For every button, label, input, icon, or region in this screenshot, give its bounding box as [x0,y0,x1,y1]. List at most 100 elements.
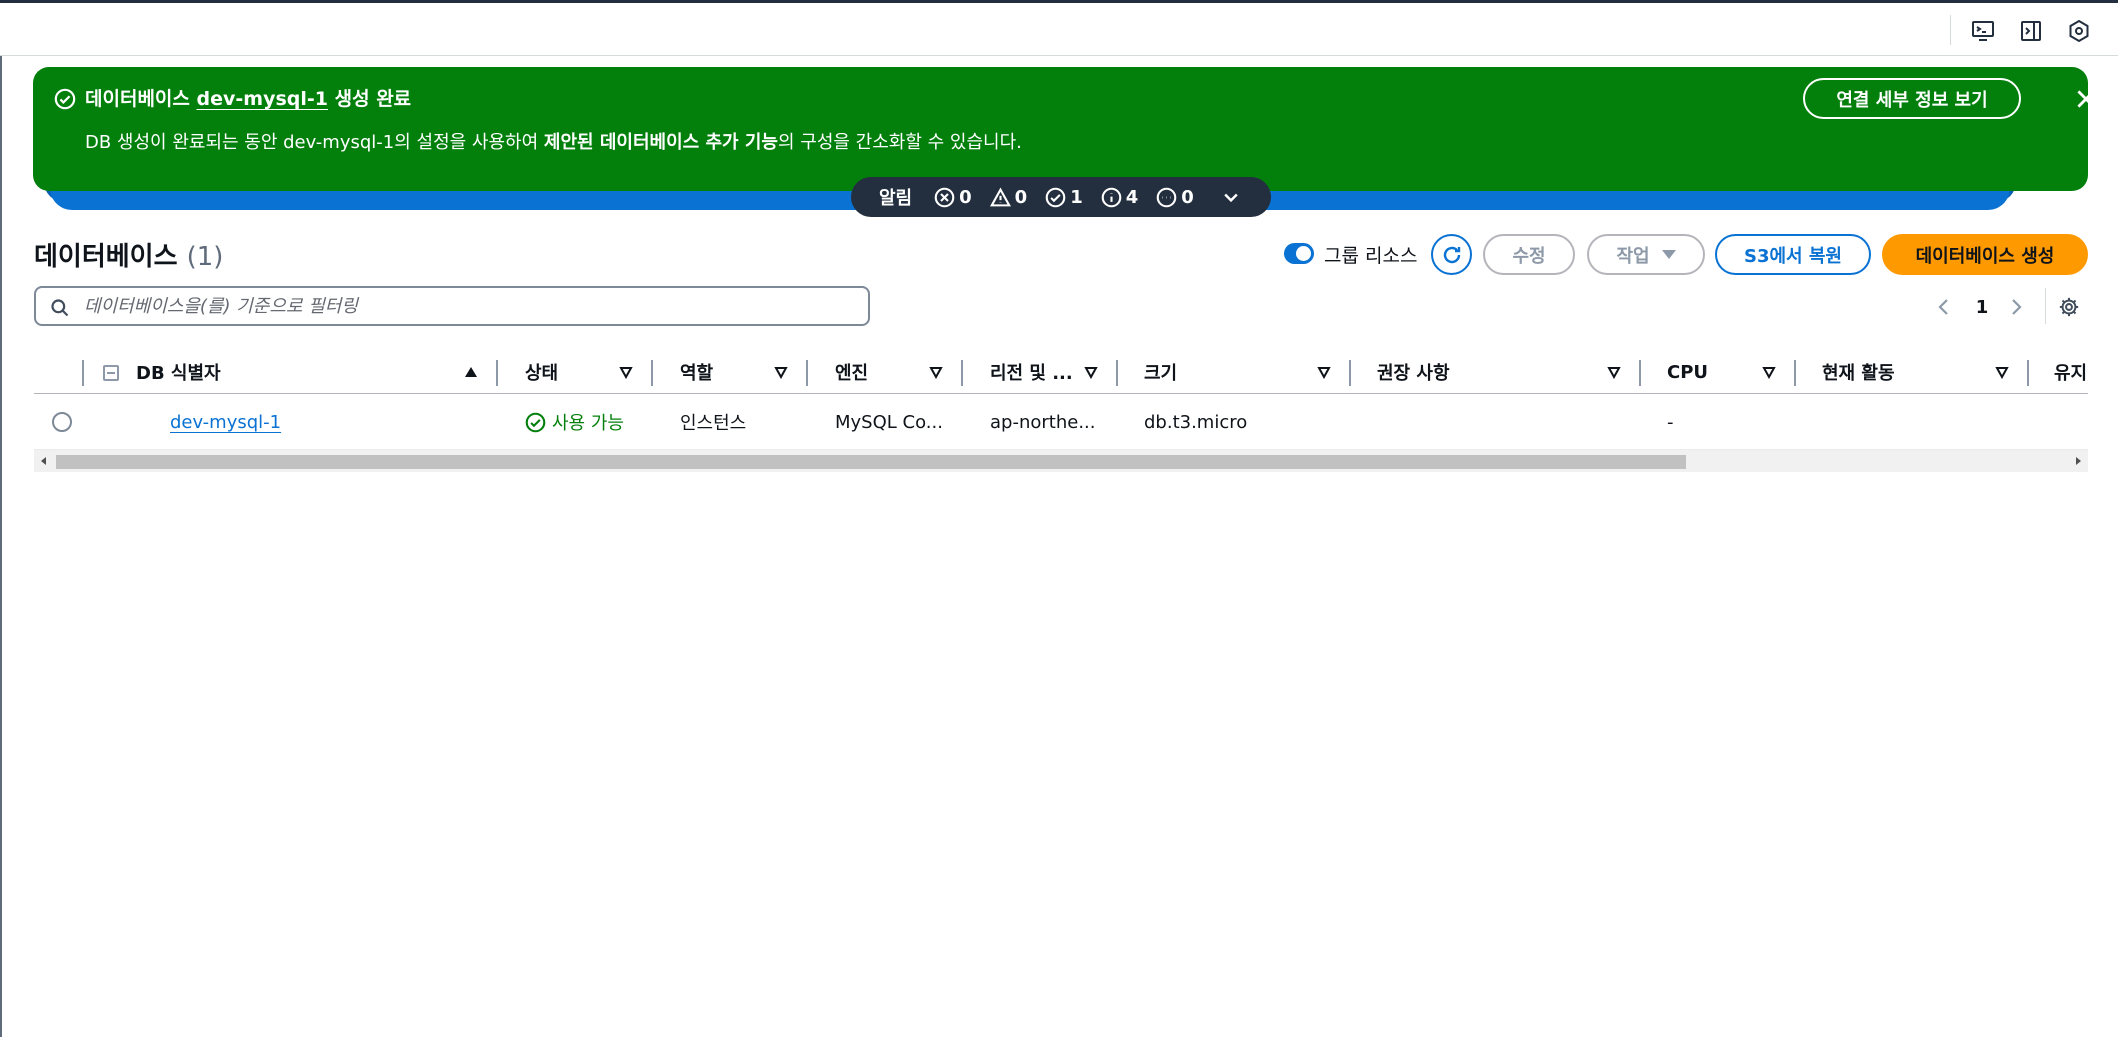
group-resources-toggle[interactable] [1284,243,1314,264]
column-header-current-activity[interactable]: 현재 활동 [1822,350,1895,394]
refresh-icon [1443,246,1460,263]
chevron-right-icon [2012,299,2022,315]
column-header-label: 현재 활동 [1822,363,1895,384]
flash-title-suffix: 생성 완료 [334,88,412,110]
role-cell: 인스턴스 [680,413,747,434]
in-progress-icon [1156,187,1177,207]
column-header-status[interactable]: 상태 [525,350,558,394]
settings-hex-icon[interactable] [2066,18,2092,44]
status-badge: 사용 가능 [525,409,624,435]
modify-button-label: 수정 [1512,245,1546,267]
restore-label: S3에서 복원 [1744,245,1842,267]
db-identifier-link[interactable]: dev-mysql-1 [170,412,281,433]
refresh-button[interactable] [1431,234,1472,275]
column-separator [1794,360,1796,386]
success-icon [1045,187,1066,207]
chevron-down-icon[interactable] [1221,187,1241,207]
in-progress-count: 0 [1156,187,1194,208]
sort-icon[interactable] [619,365,633,379]
filter-search[interactable] [34,286,870,326]
sort-icon[interactable] [1317,365,1331,379]
view-connection-details-button[interactable]: 연결 세부 정보 보기 [1803,78,2021,119]
column-header-label: 크기 [1144,363,1178,384]
sort-ascending-icon[interactable] [464,365,478,379]
cpu-cell: - [1667,411,1674,433]
success-count-value: 1 [1070,186,1083,208]
restore-from-s3-button[interactable]: S3에서 복원 [1715,234,1871,275]
column-header-size[interactable]: 크기 [1144,350,1177,394]
gear-icon[interactable] [2058,296,2080,318]
pagination-next[interactable] [2008,292,2026,322]
column-header-recommendations[interactable]: 권장 사항 [1377,350,1450,394]
column-header-db-identifier[interactable]: DB 식별자 [136,350,221,394]
flash-desc-bold: 제안된 데이터베이스 추가 기능 [543,132,778,153]
column-separator [1349,360,1351,386]
column-header-role[interactable]: 역할 [680,350,713,394]
actions-dropdown[interactable]: 작업 [1587,234,1705,275]
column-header-maintenance[interactable]: 유지 [2054,350,2087,394]
flash-desc-text: DB 생성이 완료되는 동안 dev-mysql-1의 설정을 사용하여 [85,132,544,153]
column-header-region[interactable]: 리전 및 ... [990,350,1073,394]
pagination-divider [2045,288,2046,324]
size-cell: db.t3.micro [1144,411,1248,433]
column-header-label: DB 식별자 [136,363,221,384]
sort-icon[interactable] [1995,365,2009,379]
info-icon [1101,187,1122,207]
success-check-icon [54,88,76,110]
flash-resource-link[interactable]: dev-mysql-1 [197,88,328,110]
region-cell: ap-northe... [990,411,1096,433]
sort-icon[interactable] [929,365,943,379]
success-flash-banner: 데이터베이스 dev-mysql-1 생성 완료 DB 생성이 완료되는 동안 … [33,67,2095,191]
notification-bar[interactable]: 알림 0 0 1 4 0 [851,177,1271,217]
column-header-label: 상태 [525,363,559,384]
create-database-label: 데이터베이스 생성 [1915,245,2055,267]
page-title-text: 데이터베이스 [34,242,178,272]
search-input[interactable] [84,293,854,320]
flash-title: 데이터베이스 dev-mysql-1 생성 완료 [85,84,411,111]
close-icon[interactable] [2073,86,2099,112]
pagination-page-1[interactable]: 1 [1972,292,1992,322]
scroll-right-arrow[interactable] [2076,457,2081,465]
flash-desc-text-end: 의 구성을 간소화할 수 있습니다. [777,132,1022,153]
sort-icon[interactable] [774,365,788,379]
status-available-icon [525,412,546,432]
column-header-label: CPU [1667,361,1709,383]
horizontal-scrollbar[interactable] [34,450,2088,472]
column-separator [496,360,498,386]
warning-icon [989,186,1011,206]
cloudshell-icon[interactable] [1970,18,1996,44]
column-separator [651,360,653,386]
panel-expand-icon[interactable] [2018,18,2044,44]
scrollbar-thumb[interactable] [56,455,1686,469]
error-icon [934,187,955,207]
top-toolbar [0,3,2118,56]
sort-icon[interactable] [1607,365,1621,379]
scroll-left-arrow[interactable] [41,457,46,465]
modify-button[interactable]: 수정 [1483,234,1575,275]
column-header-engine[interactable]: 엔진 [835,350,868,394]
sort-icon[interactable] [1084,365,1098,379]
resource-count: (1) [186,242,224,272]
column-header-label: 유지 [2054,363,2088,384]
notification-label: 알림 [879,188,913,209]
column-header-label: 역할 [680,363,714,384]
create-database-button[interactable]: 데이터베이스 생성 [1882,234,2088,275]
info-count-value: 4 [1125,186,1139,208]
page-title: 데이터베이스 (1) [34,236,223,273]
column-header-label: 엔진 [835,363,869,384]
column-separator [1116,360,1118,386]
table-header: DB 식별자 상태 역할 엔진 리전 및 ... 크기 권장 사항 CPU 현재… [34,350,2088,394]
flash-title-prefix: 데이터베이스 [85,88,190,110]
status-text: 사용 가능 [552,413,624,434]
chevron-left-icon [1938,299,1948,315]
caret-down-icon [1661,250,1676,259]
info-count: 4 [1101,186,1139,208]
group-collapse-toggle[interactable] [103,365,119,381]
error-count: 0 [934,187,972,208]
column-header-cpu[interactable]: CPU [1667,350,1708,394]
sort-icon[interactable] [1762,365,1776,379]
row-select-radio[interactable] [52,412,72,432]
actions-label: 작업 [1616,245,1650,267]
column-separator [806,360,808,386]
pagination-previous[interactable] [1936,292,1954,322]
